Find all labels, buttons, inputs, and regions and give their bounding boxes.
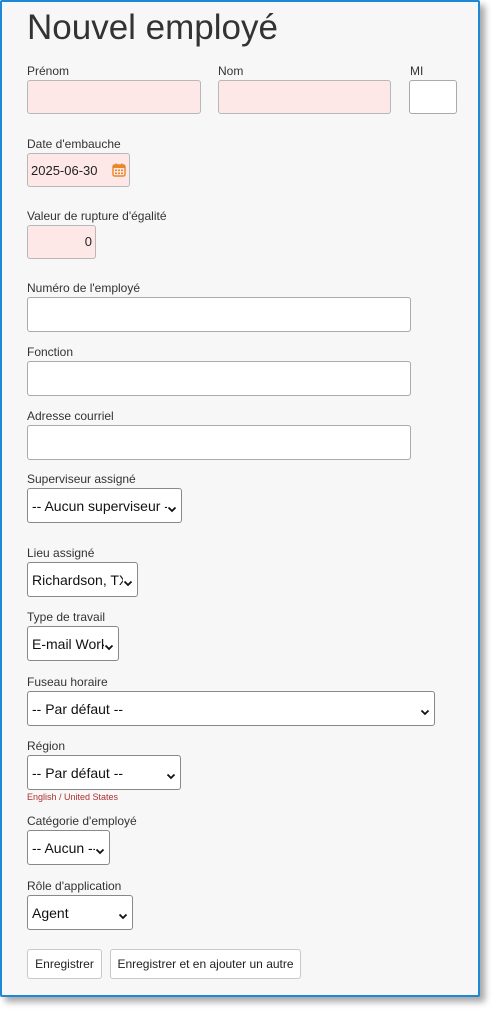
first-name-label: Prénom: [27, 64, 70, 78]
email-label: Adresse courriel: [27, 409, 114, 423]
last-name-input[interactable]: [218, 80, 391, 114]
mi-label: MI: [410, 64, 424, 78]
app-role-label: Rôle d'application: [27, 879, 122, 893]
region-hint: English / United States: [27, 792, 119, 802]
supervisor-label: Superviseur assigné: [27, 472, 136, 486]
tie-breaker-input[interactable]: 0: [27, 225, 96, 259]
hire-date-input[interactable]: 2025-06-30: [27, 153, 130, 187]
region-selected: -- Par défaut --: [32, 764, 124, 781]
work-type-label: Type de travail: [27, 610, 106, 624]
tie-breaker-label: Valeur de rupture d'égalité: [27, 209, 167, 223]
work-type-selected: E-mail Work: [32, 635, 104, 652]
page-title: Nouvel employé: [27, 8, 278, 47]
job-title-label: Fonction: [27, 345, 74, 359]
region-select[interactable]: -- Par défaut --: [27, 755, 181, 790]
location-selected: Richardson, TX: [32, 571, 123, 588]
category-label: Catégorie d'employé: [27, 814, 137, 828]
last-name-label: Nom: [218, 64, 244, 78]
email-input[interactable]: [27, 425, 411, 460]
timezone-select[interactable]: -- Par défaut --: [27, 691, 435, 726]
app-role-selected: Agent: [32, 904, 69, 921]
supervisor-selected: -- Aucun superviseur --: [32, 497, 167, 514]
employee-number-label: Numéro de l'employé: [27, 281, 141, 295]
new-employee-form: Nouvel employé Prénom Nom MI Date d'emba…: [0, 0, 480, 997]
supervisor-select[interactable]: -- Aucun superviseur --: [27, 488, 182, 523]
hire-date-value: 2025-06-30: [31, 162, 98, 178]
hire-date-label: Date d'embauche: [27, 137, 121, 151]
calendar-icon[interactable]: [112, 163, 126, 177]
save-button[interactable]: Enregistrer: [27, 949, 102, 979]
chevron-down-icon: [95, 843, 105, 854]
location-label: Lieu assigné: [27, 546, 95, 560]
chevron-down-icon: [167, 501, 177, 512]
mi-input[interactable]: [409, 80, 457, 114]
chevron-down-icon: [420, 704, 430, 715]
save-and-add-another-button[interactable]: Enregistrer et en ajouter un autre: [110, 949, 301, 979]
first-name-input[interactable]: [27, 80, 201, 114]
timezone-selected: -- Par défaut --: [32, 700, 124, 717]
app-role-select[interactable]: Agent: [27, 895, 133, 930]
employee-number-input[interactable]: [27, 297, 411, 332]
chevron-down-icon: [166, 768, 176, 779]
work-type-select[interactable]: E-mail Work: [27, 626, 119, 661]
region-label: Région: [27, 739, 66, 753]
timezone-label: Fuseau horaire: [27, 675, 108, 689]
chevron-down-icon: [104, 639, 114, 650]
chevron-down-icon: [118, 908, 128, 919]
category-select[interactable]: -- Aucun --: [27, 830, 110, 865]
location-select[interactable]: Richardson, TX: [27, 562, 138, 597]
job-title-input[interactable]: [27, 361, 411, 396]
category-selected: -- Aucun --: [32, 839, 95, 856]
chevron-down-icon: [123, 575, 133, 586]
